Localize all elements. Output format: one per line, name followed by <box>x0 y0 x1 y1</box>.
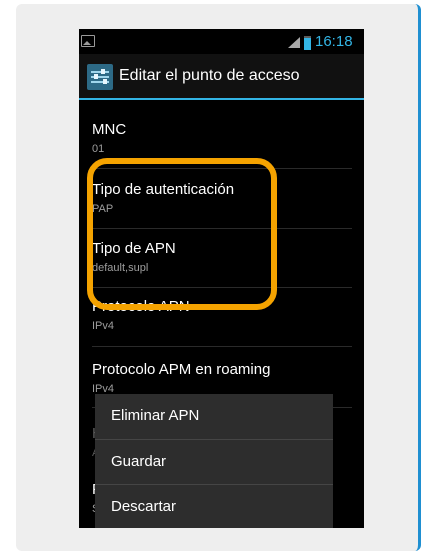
status-bar: 16:18 <box>79 29 364 54</box>
setting-value: IPv4 <box>92 320 115 332</box>
menu-item-save[interactable]: Guardar <box>95 440 333 485</box>
setting-value: 01 <box>92 143 105 155</box>
signal-icon <box>288 37 300 48</box>
setting-row-mnc[interactable]: MNC 01 <box>79 117 364 161</box>
setting-title: Protocolo APM en roaming <box>92 361 271 378</box>
menu-item-label: Eliminar APN <box>111 407 200 424</box>
divider <box>92 346 352 347</box>
setting-title: MNC <box>92 121 127 138</box>
battery-icon <box>304 36 311 50</box>
page-title: Editar el punto de acceso <box>119 67 300 84</box>
menu-item-delete-apn[interactable]: Eliminar APN <box>95 394 333 439</box>
highlight-annotation <box>87 158 277 310</box>
action-bar: Editar el punto de acceso <box>79 54 364 100</box>
menu-item-discard[interactable]: Descartar <box>95 485 333 530</box>
menu-item-label: Guardar <box>111 453 167 470</box>
image-notification-icon <box>81 35 95 47</box>
options-menu: Eliminar APN Guardar Descartar <box>95 394 333 528</box>
menu-item-label: Descartar <box>111 498 177 515</box>
status-time: 16:18 <box>315 33 353 50</box>
settings-sliders-icon[interactable] <box>87 64 113 90</box>
setting-row-roaming-protocol[interactable]: Protocolo APM en roaming IPv4 <box>79 355 364 399</box>
